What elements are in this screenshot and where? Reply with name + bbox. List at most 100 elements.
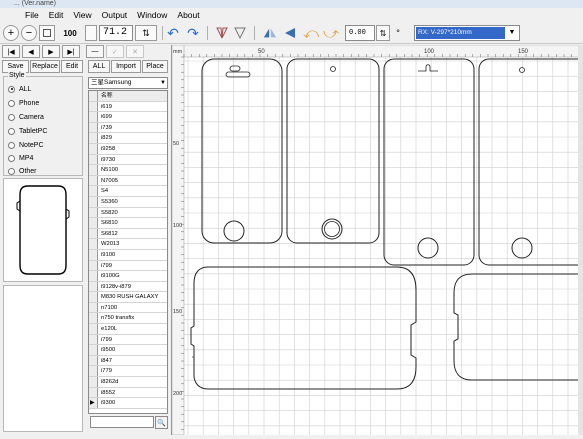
style-option-tabletpc[interactable]: TabletPC <box>8 125 47 137</box>
first-record-button[interactable]: |◀ <box>2 45 20 58</box>
next-record-button[interactable]: ▶ <box>42 45 60 58</box>
vertical-ruler <box>172 45 185 435</box>
model-list-item[interactable]: S5360 <box>89 196 167 208</box>
page-icon[interactable] <box>85 25 97 41</box>
redo-icon[interactable]: ↷ <box>185 25 201 41</box>
search-input[interactable] <box>90 416 154 428</box>
model-list-item[interactable]: i829 <box>89 133 167 144</box>
design-canvas[interactable]: 50 100 150 50 100 150 200 mm <box>171 45 578 435</box>
undo-icon[interactable]: ↶ <box>165 25 181 41</box>
ruler-unit-label: mm <box>173 49 183 55</box>
angle-stepper[interactable]: ⇅ <box>376 25 390 41</box>
model-list-item[interactable]: i9500 <box>89 345 167 356</box>
radio-icon <box>8 167 15 175</box>
vertical-scrollbar[interactable] <box>578 45 583 435</box>
model-list[interactable]: 名称 i619 i699 i739 i829 i9258 i9730 N5100 N7005 S… <box>88 90 168 414</box>
zoom-stepper[interactable]: ⇅ <box>135 25 157 41</box>
radio-icon <box>8 99 15 107</box>
model-list-item[interactable]: n7100 <box>89 302 167 314</box>
model-list-item[interactable]: S6810 <box>89 218 167 229</box>
model-list-item[interactable]: i9128v-i879 <box>89 281 167 293</box>
chevron-down-icon[interactable]: ▼ <box>506 27 518 39</box>
window-title: ... (Ver.name) <box>0 0 583 8</box>
style-option-mp4[interactable]: MP4 <box>8 152 33 164</box>
menu-window[interactable]: Window <box>132 10 172 20</box>
last-record-button[interactable]: ▶| <box>62 45 80 58</box>
model-list-item[interactable]: N5100 <box>89 165 167 176</box>
rotate-left-icon[interactable]: ⤺ <box>303 25 319 42</box>
model-list-item[interactable]: N7005 <box>89 175 167 187</box>
info-panel <box>3 285 83 432</box>
chevron-down-icon[interactable]: ▼ <box>160 78 166 88</box>
style-option-notepc[interactable]: NotePC <box>8 139 44 151</box>
model-list-item[interactable]: i9258 <box>89 143 167 155</box>
model-list-item[interactable]: i9730 <box>89 154 167 166</box>
style-option-phone[interactable]: Phone <box>8 97 39 109</box>
rotate-right-icon[interactable]: ⤻ <box>323 25 339 42</box>
device-select[interactable]: RX: V-297*210mm ▼ <box>414 25 520 41</box>
radio-icon <box>8 141 15 149</box>
delete-record-button[interactable]: — <box>86 45 104 58</box>
style-legend: Style <box>8 72 26 79</box>
menu-edit[interactable]: Edit <box>44 10 69 20</box>
ruler-tick-label: 150 <box>518 49 529 55</box>
model-list-item[interactable]: i699 <box>89 112 167 123</box>
ruler-tick-label: 100 <box>173 223 182 229</box>
flip-icon[interactable] <box>232 25 248 41</box>
model-list-item[interactable]: S5820 <box>89 207 167 219</box>
brand-select[interactable]: 三星Samsung ▼ <box>88 77 168 89</box>
model-list-item[interactable]: i619 <box>89 101 167 113</box>
edit-button[interactable]: Edit <box>61 60 83 73</box>
template-preview <box>3 178 83 282</box>
style-option-other[interactable]: Other <box>8 165 37 177</box>
model-list-item[interactable]: W2013 <box>89 239 167 250</box>
zoom-input[interactable]: 71.2 <box>99 25 133 41</box>
post-record-button[interactable]: ✓ <box>106 45 124 58</box>
menu-about[interactable]: About <box>172 10 204 20</box>
fit-icon[interactable] <box>39 25 55 41</box>
degree-icon: ° <box>396 28 400 38</box>
import-button[interactable]: Import <box>111 60 141 73</box>
style-option-all[interactable]: ALL <box>8 83 31 95</box>
model-list-item[interactable]: i8262d <box>89 377 167 388</box>
radio-icon <box>8 113 15 121</box>
model-list-item[interactable]: i799 <box>89 334 167 346</box>
model-list-item[interactable]: i9100G <box>89 271 167 282</box>
model-list-item[interactable]: i9100 <box>89 249 167 261</box>
model-list-item[interactable]: i739 <box>89 122 167 134</box>
model-list-item[interactable]: i779 <box>89 366 167 378</box>
all-button[interactable]: ALL <box>88 60 110 73</box>
mirror-h-icon[interactable] <box>262 25 278 41</box>
model-list-item[interactable]: i799 <box>89 260 167 272</box>
style-option-camera[interactable]: Camera <box>8 111 44 123</box>
actual-size-button[interactable]: 100 <box>57 25 83 41</box>
model-list-item[interactable]: S4 <box>89 186 167 197</box>
model-list-item[interactable]: i9300 <box>89 398 167 409</box>
model-list-item[interactable]: M830 RUSH GALAXY <box>89 292 167 303</box>
radio-icon <box>8 154 15 162</box>
zoom-in-icon[interactable]: + <box>3 25 19 41</box>
model-list-item[interactable]: e120L <box>89 324 167 335</box>
menu-file[interactable]: File <box>20 10 44 20</box>
prev-record-button[interactable]: ◀ <box>22 45 40 58</box>
arrow-left-icon[interactable] <box>282 25 298 41</box>
device-select-value: RX: V-297*210mm <box>416 27 505 39</box>
ruler-tick-label: 50 <box>258 49 265 55</box>
toolbar: + − 100 71.2 ⇅ ↶ ↷ ⤺ ⤻ 0.00 ⇅ ° RX: V-29… <box>0 22 583 44</box>
model-list-item[interactable]: i8552 <box>89 387 167 399</box>
cancel-record-button[interactable]: ✕ <box>126 45 144 58</box>
menu-view[interactable]: View <box>68 10 96 20</box>
radio-checked-icon <box>8 85 15 93</box>
place-button[interactable]: Place <box>142 60 168 73</box>
search-icon[interactable]: 🔍 <box>155 416 168 429</box>
model-list-item[interactable]: n750 transfix <box>89 313 167 325</box>
model-list-item[interactable]: S6812 <box>89 228 167 240</box>
ruler-tick-label: 200 <box>173 391 182 397</box>
mirror-v-icon[interactable] <box>214 25 230 41</box>
model-list-item[interactable]: i847 <box>89 355 167 367</box>
angle-input[interactable]: 0.00 <box>345 25 375 41</box>
ruler-tick-label: 100 <box>424 49 435 55</box>
menu-output[interactable]: Output <box>97 10 133 20</box>
zoom-out-icon[interactable]: − <box>21 25 37 41</box>
replace-button[interactable]: Replace <box>30 60 60 73</box>
